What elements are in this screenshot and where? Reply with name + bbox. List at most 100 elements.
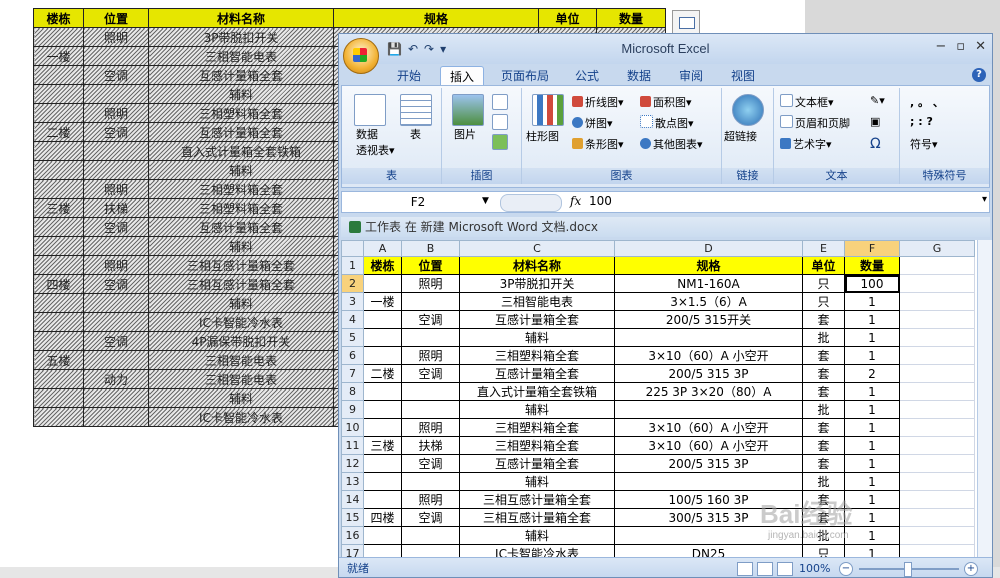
row-header[interactable]: 7	[341, 364, 364, 383]
word-header-cell[interactable]: 规格	[333, 8, 539, 28]
page-layout-view-icon[interactable]	[757, 562, 773, 576]
row-header[interactable]: 4	[341, 310, 364, 329]
empty-cell[interactable]	[899, 274, 975, 293]
pie-chart-button[interactable]: 饼图▾	[572, 115, 613, 131]
cell-d[interactable]: 200/5 315 3P	[614, 454, 803, 473]
cell-f[interactable]: 1	[844, 472, 900, 491]
cell-d[interactable]: 200/5 315开关	[614, 310, 803, 329]
pivot-table-button[interactable]: 数据 透视表▾	[356, 126, 395, 158]
word-table-cell[interactable]: 空调	[83, 122, 149, 142]
cell-c[interactable]: 三相互感计量箱全套	[459, 490, 615, 509]
close-icon[interactable]: ✕	[975, 39, 986, 54]
window-controls[interactable]: − ▫ ✕	[935, 39, 986, 54]
word-table-cell[interactable]	[33, 179, 84, 199]
wordart-button[interactable]: 艺术字▾	[780, 136, 832, 152]
office-button[interactable]	[343, 38, 379, 74]
word-table-cell[interactable]: 空调	[83, 274, 149, 294]
word-table-cell[interactable]: 辅料	[148, 236, 334, 256]
word-table-cell[interactable]	[33, 160, 84, 180]
column-header[interactable]: F	[844, 240, 900, 257]
tab-page-layout[interactable]: 页面布局	[494, 66, 556, 86]
cell-a[interactable]	[363, 310, 402, 329]
symbol-row-2[interactable]: ; : ?	[910, 115, 933, 128]
word-table-cell[interactable]	[83, 350, 149, 370]
cell-b[interactable]	[401, 328, 460, 347]
row-header[interactable]: 11	[341, 436, 364, 455]
name-box-dropdown-icon[interactable]: ▼	[482, 196, 489, 206]
word-table-cell[interactable]	[83, 293, 149, 313]
word-table-cell[interactable]	[33, 407, 84, 427]
cell-e[interactable]: 套	[802, 364, 845, 383]
cell-f[interactable]: 100	[844, 274, 900, 293]
word-table-cell[interactable]: 互感计量箱全套	[148, 217, 334, 237]
symbol-more-button[interactable]: 符号▾	[910, 136, 938, 152]
cell-e[interactable]: 套	[802, 382, 845, 401]
row-header[interactable]: 17	[341, 544, 364, 557]
header-cell[interactable]: 单位	[802, 256, 845, 275]
word-table-cell[interactable]: 直入式计量箱全套铁箱	[148, 141, 334, 161]
word-header-cell[interactable]: 材料名称	[148, 8, 334, 28]
word-table-cell[interactable]	[33, 331, 84, 351]
view-buttons[interactable]	[737, 562, 793, 576]
formula-input[interactable]: 100	[589, 194, 612, 208]
column-header[interactable]: A	[363, 240, 402, 257]
cell-d[interactable]	[614, 328, 803, 347]
cell-f[interactable]: 1	[844, 418, 900, 437]
cell-c[interactable]: 三相塑料箱全套	[459, 346, 615, 365]
clipart-icon[interactable]	[492, 94, 508, 110]
word-table-cell[interactable]: 照明	[83, 27, 149, 47]
cell-d[interactable]: 225 3P 3×20（80）A	[614, 382, 803, 401]
cell-b[interactable]	[401, 400, 460, 419]
word-table-cell[interactable]: 互感计量箱全套	[148, 122, 334, 142]
word-table-cell[interactable]: 3P带脱扣开关	[148, 27, 334, 47]
cell-c[interactable]: 辅料	[459, 526, 615, 545]
word-table-cell[interactable]: 二楼	[33, 122, 84, 142]
header-cell[interactable]: 数量	[844, 256, 900, 275]
tab-review[interactable]: 审阅	[671, 66, 711, 86]
excel-embedded-window[interactable]: 💾 ↶ ↷ ▾ Microsoft Excel − ▫ ✕ 开始 插入 页面布局…	[338, 33, 993, 578]
cell-a[interactable]	[363, 328, 402, 347]
word-table-cell[interactable]: 扶梯	[83, 198, 149, 218]
zoom-in-button[interactable]: +	[964, 562, 978, 576]
cell-b[interactable]: 空调	[401, 508, 460, 527]
word-table-cell[interactable]	[83, 160, 149, 180]
word-header-cell[interactable]: 单位	[538, 8, 597, 28]
word-table-cell[interactable]: 三相互感计量箱全套	[148, 255, 334, 275]
row-header[interactable]: 8	[341, 382, 364, 401]
empty-cell[interactable]	[899, 508, 975, 527]
empty-cell[interactable]	[899, 328, 975, 347]
cell-c[interactable]: 互感计量箱全套	[459, 454, 615, 473]
word-table-cell[interactable]: 照明	[83, 255, 149, 275]
expand-formula-bar-icon[interactable]: ▾	[982, 194, 987, 205]
cell-c[interactable]: 互感计量箱全套	[459, 310, 615, 329]
cell-b[interactable]	[401, 382, 460, 401]
empty-cell[interactable]	[899, 400, 975, 419]
cell-e[interactable]: 套	[802, 418, 845, 437]
column-header[interactable]: E	[802, 240, 845, 257]
cell-c[interactable]: 辅料	[459, 328, 615, 347]
word-table-cell[interactable]	[33, 141, 84, 161]
cell-e[interactable]: 只	[802, 274, 845, 293]
scatter-chart-button[interactable]: 散点图▾	[640, 115, 694, 131]
cell-d[interactable]: DN25	[614, 544, 803, 557]
empty-cell[interactable]	[899, 364, 975, 383]
word-table-cell[interactable]	[33, 27, 84, 47]
word-table-cell[interactable]: 空调	[83, 65, 149, 85]
word-table-cell[interactable]	[33, 84, 84, 104]
cell-f[interactable]: 1	[844, 328, 900, 347]
empty-cell[interactable]	[899, 256, 975, 275]
symbol-row-1[interactable]: , 。 、	[910, 94, 944, 110]
row-header[interactable]: 16	[341, 526, 364, 545]
cell-e[interactable]: 批	[802, 400, 845, 419]
cell-c[interactable]: 直入式计量箱全套铁箱	[459, 382, 615, 401]
cell-f[interactable]: 1	[844, 544, 900, 557]
word-table-cell[interactable]	[83, 407, 149, 427]
symbol-omega-button[interactable]: Ω	[870, 136, 881, 152]
cell-b[interactable]: 空调	[401, 364, 460, 383]
word-table-cell[interactable]	[83, 312, 149, 332]
cell-a[interactable]	[363, 418, 402, 437]
word-table-cell[interactable]: 三相智能电表	[148, 350, 334, 370]
restore-icon[interactable]: ▫	[956, 39, 965, 54]
empty-cell[interactable]	[899, 346, 975, 365]
cell-c[interactable]: 3P带脱扣开关	[459, 274, 615, 293]
